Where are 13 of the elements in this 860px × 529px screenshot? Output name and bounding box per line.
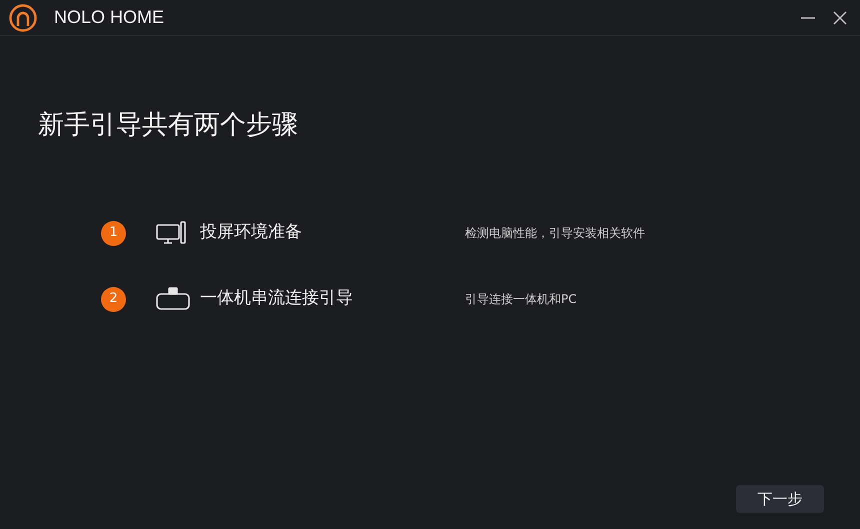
step-label: 一体机串流连接引导: [200, 287, 354, 310]
step-label: 投屏环境准备: [200, 221, 303, 244]
step-description: 引导连接一体机和PC: [465, 291, 577, 308]
heading: 新手引导共有两个步骤: [38, 109, 299, 142]
logo-icon: [8, 2, 38, 32]
next-button[interactable]: 下一步: [736, 485, 824, 513]
headset-icon: [156, 287, 190, 311]
close-icon[interactable]: [832, 10, 848, 26]
step-number: 2: [101, 286, 126, 312]
window-title: NOLO HOME: [54, 6, 164, 29]
step-number: 1: [101, 220, 126, 246]
monitor-icon: [156, 221, 186, 245]
step-description: 检测电脑性能，引导安装相关软件: [465, 225, 645, 242]
